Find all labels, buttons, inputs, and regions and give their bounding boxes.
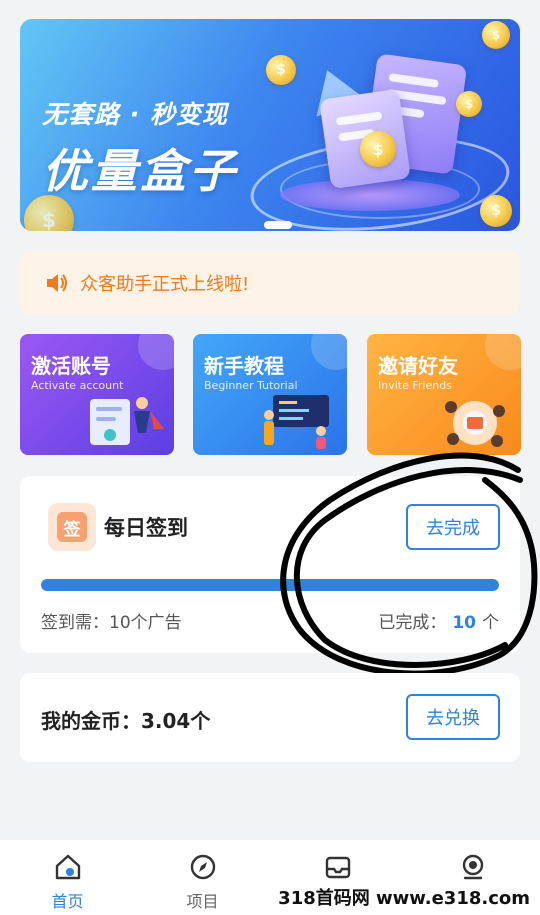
invite-friends-card[interactable]: 邀请好友 Invite Friends: [367, 334, 521, 455]
card-title: 邀请好友: [378, 354, 458, 378]
announcement-text: 众客助手正式上线啦!: [80, 274, 250, 295]
nav-item-projects[interactable]: 项目: [163, 852, 243, 912]
checkin-progress-bar: [41, 579, 499, 591]
checkin-requirement: 签到需：10个广告: [41, 613, 182, 633]
completed-label: 已完成：: [378, 613, 447, 633]
coin-icon: $: [482, 21, 510, 49]
announcement-bar[interactable]: 众客助手正式上线啦!: [20, 252, 520, 314]
banner-pedestal-decoration: [280, 179, 460, 211]
checkin-calendar-icon: 签: [48, 503, 96, 551]
nav-item-home[interactable]: 首页: [28, 852, 108, 912]
redeem-button[interactable]: 去兑换: [406, 694, 500, 740]
completed-unit: 个: [482, 613, 499, 633]
nav-label: 首页: [51, 892, 84, 911]
carousel-indicator: [264, 221, 292, 229]
completed-count: 10: [452, 613, 476, 633]
coin-icon: $: [266, 55, 296, 85]
daily-checkin-panel: 签 每日签到 去完成 签到需：10个广告 已完成： 10 个: [20, 476, 520, 653]
coin-balance: 我的金币：3.04个: [41, 709, 211, 733]
card-title: 新手教程: [204, 354, 284, 378]
compass-icon: [190, 854, 215, 880]
nav-item-profile[interactable]: [433, 852, 513, 888]
checkin-title: 每日签到: [104, 516, 188, 540]
inbox-icon: [325, 856, 350, 879]
coin-icon: $: [360, 131, 396, 167]
home-icon: [55, 854, 80, 880]
card-bubble-decoration: [138, 334, 174, 370]
tutorial-illustration: [264, 395, 329, 449]
speaker-icon: [47, 274, 67, 292]
card-bubble-decoration: [311, 334, 347, 370]
checkin-completed: 已完成： 10 个: [378, 608, 499, 633]
checkin-progress-fill: [41, 579, 499, 591]
banner-title: 优量盒子: [42, 144, 238, 198]
activate-account-card[interactable]: 激活账号 Activate account: [20, 334, 174, 455]
nav-label: 项目: [186, 892, 219, 911]
card-bubble-decoration: [485, 334, 521, 370]
coin-icon: $: [456, 91, 482, 117]
coin-icon: $: [480, 195, 512, 227]
carousel-dot-active: [264, 221, 292, 229]
nav-item-inbox[interactable]: [298, 852, 378, 888]
promo-banner[interactable]: $ $ $ $ $ $ 无套路 · 秒变现 优量盒子: [20, 19, 520, 231]
banner-subtitle: 无套路 · 秒变现: [42, 100, 228, 129]
site-watermark: 318首码网 www.e318.com: [274, 884, 534, 910]
checkin-icon-char: 签: [57, 512, 87, 542]
complete-task-button[interactable]: 去完成: [406, 504, 500, 550]
my-coins-panel: 我的金币：3.04个 去兑换: [20, 673, 520, 762]
invite-illustration: [445, 401, 505, 447]
profile-icon: [462, 854, 483, 880]
activate-illustration: [90, 397, 164, 445]
card-title: 激活账号: [31, 354, 111, 378]
beginner-tutorial-card[interactable]: 新手教程 Beginner Tutorial: [193, 334, 347, 455]
